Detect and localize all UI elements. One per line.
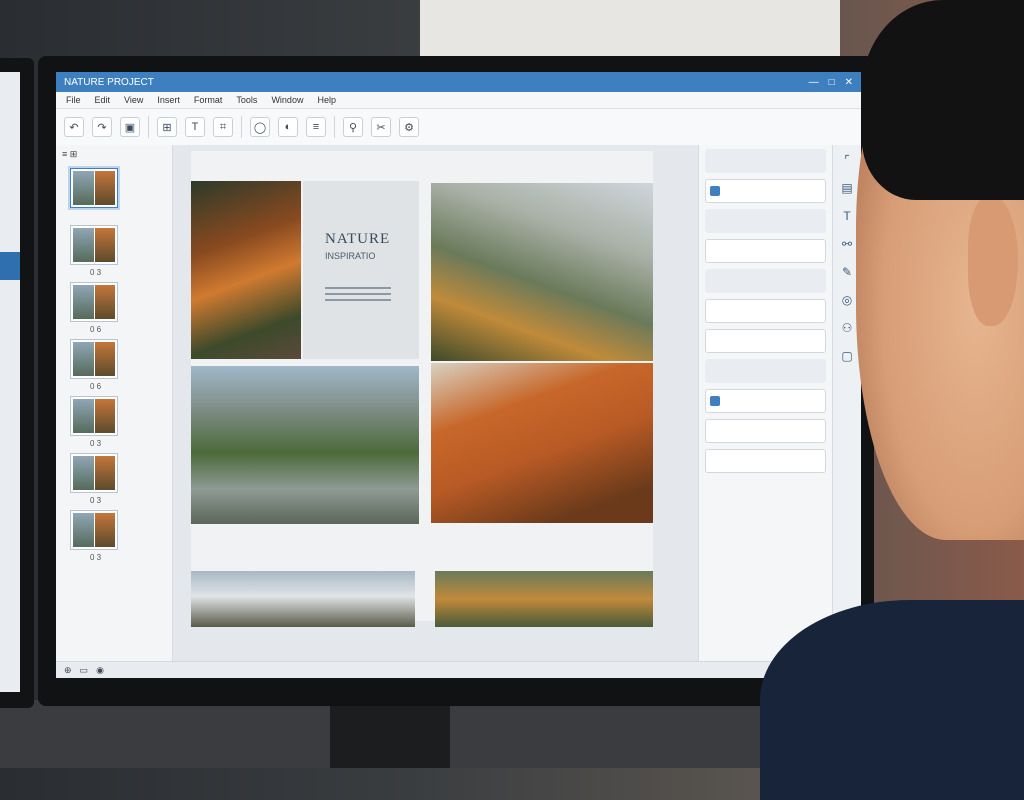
crop-icon[interactable]: ⌗ <box>213 117 233 137</box>
app-window: NATURE PROJECT — □ ✕ File Edit View Inse… <box>56 72 861 678</box>
left-monitor-screen <box>0 72 20 692</box>
forest-ridge-photo[interactable] <box>435 571 653 627</box>
page-thumbnail-5[interactable] <box>70 396 118 436</box>
toolbar-divider <box>334 116 335 138</box>
status-zoom-icon[interactable]: ⊕ <box>64 665 72 676</box>
page-thumbnail-label <box>90 211 172 221</box>
close-button[interactable]: ✕ <box>845 77 853 88</box>
layout-page: NATURE INSPIRATIO <box>191 151 653 627</box>
person-icon[interactable]: ⚇ <box>842 321 853 335</box>
status-bar: ⊕ ▭ ◉ <box>56 661 861 678</box>
undo-icon[interactable]: ↶ <box>64 117 84 137</box>
maximize-button[interactable]: □ <box>829 77 835 88</box>
link-tool-icon[interactable]: ⚯ <box>842 237 852 251</box>
color-swatch[interactable] <box>710 186 720 196</box>
menu-view[interactable]: View <box>124 95 143 105</box>
panel-row[interactable] <box>705 209 826 233</box>
layers-icon[interactable]: ▤ <box>841 181 852 195</box>
text-tool-icon[interactable]: T <box>843 209 850 223</box>
user-icon[interactable]: ◎ <box>842 293 852 307</box>
properties-panel <box>698 145 832 662</box>
left-screen-highlight <box>0 252 20 280</box>
menu-help[interactable]: Help <box>317 95 336 105</box>
text-icon[interactable]: T <box>185 117 205 137</box>
panel-row[interactable] <box>705 179 826 203</box>
card-title: NATURE <box>325 231 391 247</box>
menu-file[interactable]: File <box>66 95 81 105</box>
document-canvas[interactable]: NATURE INSPIRATIO <box>173 145 698 662</box>
crop-tool-icon[interactable]: ✂ <box>371 117 391 137</box>
page-thumbnail-label: 0 6 <box>90 325 102 334</box>
align-icon[interactable]: ≡ <box>306 117 326 137</box>
redo-icon[interactable]: ↷ <box>92 117 112 137</box>
settings-icon[interactable]: ⚙ <box>399 117 419 137</box>
page-thumbnail-label: 0 3 <box>90 553 102 562</box>
toolbar-divider <box>148 116 149 138</box>
autumn-trees-photo[interactable] <box>431 363 653 523</box>
page-thumbnail-4[interactable] <box>70 339 118 379</box>
toolbar-divider <box>241 116 242 138</box>
page-thumbnail-3[interactable] <box>70 282 118 322</box>
page-thumbnail-1[interactable] <box>70 168 118 208</box>
shape-icon[interactable]: ◯ <box>250 117 270 137</box>
page-thumbnail-label: 0 3 <box>90 496 102 505</box>
page-thumbnails-panel: ≡ ⊞ 0 3 0 6 0 6 0 3 0 3 0 3 <box>56 145 173 662</box>
left-monitor <box>0 58 34 708</box>
thumbnails-header-label: ≡ ⊞ <box>62 149 78 159</box>
minimize-button[interactable]: — <box>809 77 819 88</box>
toolbar: ↶ ↷ ▣ ⊞ T ⌗ ◯ ◐ ≡ ⚲ ✂ ⚙ <box>56 109 861 146</box>
panel-row[interactable] <box>705 359 826 383</box>
card-subtitle: INSPIRATIO <box>325 251 376 261</box>
color-swatch[interactable] <box>710 396 720 406</box>
menu-insert[interactable]: Insert <box>157 95 180 105</box>
panel-row[interactable] <box>705 329 826 353</box>
page-thumbnail-label: 0 3 <box>90 439 102 448</box>
page-thumbnail-2[interactable] <box>70 225 118 265</box>
snowy-mountains-photo[interactable] <box>191 571 415 627</box>
frame-icon[interactable]: ⌜ <box>844 153 850 167</box>
panel-row[interactable] <box>705 299 826 323</box>
pen-icon[interactable]: ✎ <box>842 265 852 279</box>
card-body-text <box>325 287 391 305</box>
grid-icon[interactable]: ⊞ <box>157 117 177 137</box>
thumbnails-header: ≡ ⊞ <box>56 149 172 164</box>
panel-row[interactable] <box>705 389 826 413</box>
link-icon[interactable]: ⚲ <box>343 117 363 137</box>
menu-window[interactable]: Window <box>271 95 303 105</box>
panel-row[interactable] <box>705 269 826 293</box>
title-bar: NATURE PROJECT — □ ✕ <box>56 72 861 92</box>
menu-tools[interactable]: Tools <box>236 95 257 105</box>
status-view-icon[interactable]: ◉ <box>96 665 104 676</box>
color-icon[interactable]: ◐ <box>278 117 298 137</box>
page-thumbnail-label: 0 6 <box>90 382 102 391</box>
image-icon[interactable]: ▣ <box>120 117 140 137</box>
autumn-forest-photo[interactable] <box>191 181 301 359</box>
workspace: ≡ ⊞ 0 3 0 6 0 6 0 3 0 3 0 3 NATURE INSPI… <box>56 145 861 662</box>
page-thumbnail-6[interactable] <box>70 453 118 493</box>
mountain-valley-photo[interactable] <box>191 366 419 524</box>
menu-bar: File Edit View Insert Format Tools Windo… <box>56 92 861 109</box>
menu-format[interactable]: Format <box>194 95 223 105</box>
mountain-peak-photo[interactable] <box>431 183 653 361</box>
person-ear <box>968 196 1018 326</box>
lock-icon[interactable]: ▢ <box>841 349 852 363</box>
page-thumbnail-7[interactable] <box>70 510 118 550</box>
panel-row[interactable] <box>705 239 826 263</box>
panel-row[interactable] <box>705 449 826 473</box>
person-hair <box>862 0 1024 200</box>
page-thumbnail-label: 0 3 <box>90 268 102 277</box>
status-page-icon[interactable]: ▭ <box>80 665 89 676</box>
panel-row[interactable] <box>705 419 826 443</box>
title-card[interactable]: NATURE INSPIRATIO <box>303 181 419 359</box>
panel-row[interactable] <box>705 149 826 173</box>
menu-edit[interactable]: Edit <box>95 95 111 105</box>
window-title: NATURE PROJECT <box>64 76 154 88</box>
